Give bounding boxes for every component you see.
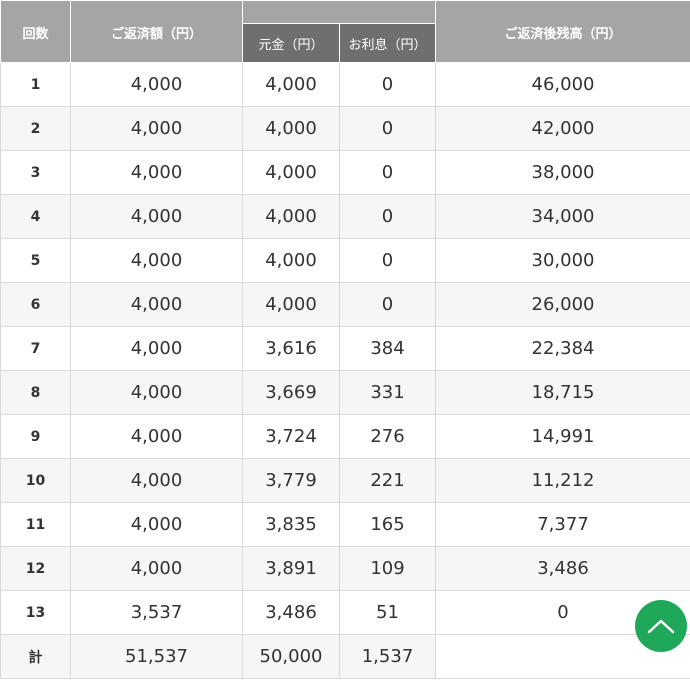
header-no: 回数 (0, 0, 71, 63)
header-payment: ご返済額（円） (70, 0, 243, 63)
cell-interest: 51 (339, 590, 436, 635)
cell-principal: 4,000 (242, 150, 340, 195)
cell-principal: 4,000 (242, 282, 340, 327)
cell-no: 7 (0, 326, 71, 371)
cell-interest: 0 (339, 282, 436, 327)
cell-interest: 384 (339, 326, 436, 371)
table-row: 1 4,000 4,000 0 46,000 (0, 62, 690, 107)
cell-no: 4 (0, 194, 71, 239)
cell-no: 12 (0, 546, 71, 591)
cell-balance: 46,000 (435, 62, 690, 107)
repayment-schedule: 回数 ご返済額（円） ご返済後残高（円） 元金（円） お利息（円） 1 4,00… (0, 0, 690, 679)
cell-interest: 0 (339, 238, 436, 283)
cell-payment: 3,537 (70, 590, 243, 635)
cell-interest: 0 (339, 150, 436, 195)
table-row: 4 4,000 4,000 0 34,000 (0, 194, 690, 239)
cell-payment: 4,000 (70, 62, 243, 107)
header-interest: お利息（円） (339, 23, 436, 63)
cell-principal: 3,486 (242, 590, 340, 635)
table-row: 3 4,000 4,000 0 38,000 (0, 150, 690, 195)
table-row: 12 4,000 3,891 109 3,486 (0, 546, 690, 591)
cell-no: 11 (0, 502, 71, 547)
chevron-up-icon (647, 619, 675, 634)
cell-principal: 3,835 (242, 502, 340, 547)
cell-principal: 3,669 (242, 370, 340, 415)
cell-balance: 30,000 (435, 238, 690, 283)
cell-no: 3 (0, 150, 71, 195)
cell-balance: 11,212 (435, 458, 690, 503)
cell-no: 5 (0, 238, 71, 283)
total-label: 計 (0, 634, 71, 679)
cell-no: 9 (0, 414, 71, 459)
cell-payment: 4,000 (70, 370, 243, 415)
table-row: 8 4,000 3,669 331 18,715 (0, 370, 690, 415)
cell-interest: 221 (339, 458, 436, 503)
cell-balance: 14,991 (435, 414, 690, 459)
cell-balance: 18,715 (435, 370, 690, 415)
cell-balance: 42,000 (435, 106, 690, 151)
scroll-to-top-button[interactable] (635, 600, 687, 652)
total-interest: 1,537 (339, 634, 436, 679)
cell-no: 8 (0, 370, 71, 415)
total-row: 計 51,537 50,000 1,537 (0, 634, 690, 679)
cell-payment: 4,000 (70, 282, 243, 327)
cell-principal: 4,000 (242, 238, 340, 283)
cell-principal: 4,000 (242, 62, 340, 107)
cell-balance: 22,384 (435, 326, 690, 371)
cell-payment: 4,000 (70, 414, 243, 459)
table-row: 2 4,000 4,000 0 42,000 (0, 106, 690, 151)
total-payment: 51,537 (70, 634, 243, 679)
cell-no: 13 (0, 590, 71, 635)
cell-no: 10 (0, 458, 71, 503)
cell-principal: 4,000 (242, 194, 340, 239)
cell-interest: 165 (339, 502, 436, 547)
cell-balance: 7,377 (435, 502, 690, 547)
header-balance: ご返済後残高（円） (435, 0, 690, 63)
table-row: 9 4,000 3,724 276 14,991 (0, 414, 690, 459)
cell-balance: 3,486 (435, 546, 690, 591)
total-principal: 50,000 (242, 634, 340, 679)
cell-no: 2 (0, 106, 71, 151)
cell-principal: 3,724 (242, 414, 340, 459)
cell-payment: 4,000 (70, 502, 243, 547)
header-breakdown-spacer (242, 0, 436, 24)
cell-payment: 4,000 (70, 194, 243, 239)
header-principal: 元金（円） (242, 23, 340, 63)
cell-payment: 4,000 (70, 458, 243, 503)
cell-no: 1 (0, 62, 71, 107)
cell-principal: 3,616 (242, 326, 340, 371)
table-row: 6 4,000 4,000 0 26,000 (0, 282, 690, 327)
cell-payment: 4,000 (70, 106, 243, 151)
cell-principal: 3,779 (242, 458, 340, 503)
cell-payment: 4,000 (70, 150, 243, 195)
table-row: 13 3,537 3,486 51 0 (0, 590, 690, 635)
cell-principal: 3,891 (242, 546, 340, 591)
table-row: 7 4,000 3,616 384 22,384 (0, 326, 690, 371)
table-row: 11 4,000 3,835 165 7,377 (0, 502, 690, 547)
cell-principal: 4,000 (242, 106, 340, 151)
cell-interest: 0 (339, 106, 436, 151)
cell-balance: 34,000 (435, 194, 690, 239)
cell-balance: 38,000 (435, 150, 690, 195)
cell-interest: 109 (339, 546, 436, 591)
cell-interest: 276 (339, 414, 436, 459)
cell-interest: 0 (339, 194, 436, 239)
repayment-table: 回数 ご返済額（円） ご返済後残高（円） 元金（円） お利息（円） 1 4,00… (0, 0, 690, 679)
cell-payment: 4,000 (70, 546, 243, 591)
cell-balance: 26,000 (435, 282, 690, 327)
cell-payment: 4,000 (70, 238, 243, 283)
cell-no: 6 (0, 282, 71, 327)
cell-interest: 331 (339, 370, 436, 415)
cell-interest: 0 (339, 62, 436, 107)
table-row: 5 4,000 4,000 0 30,000 (0, 238, 690, 283)
cell-payment: 4,000 (70, 326, 243, 371)
table-row: 10 4,000 3,779 221 11,212 (0, 458, 690, 503)
